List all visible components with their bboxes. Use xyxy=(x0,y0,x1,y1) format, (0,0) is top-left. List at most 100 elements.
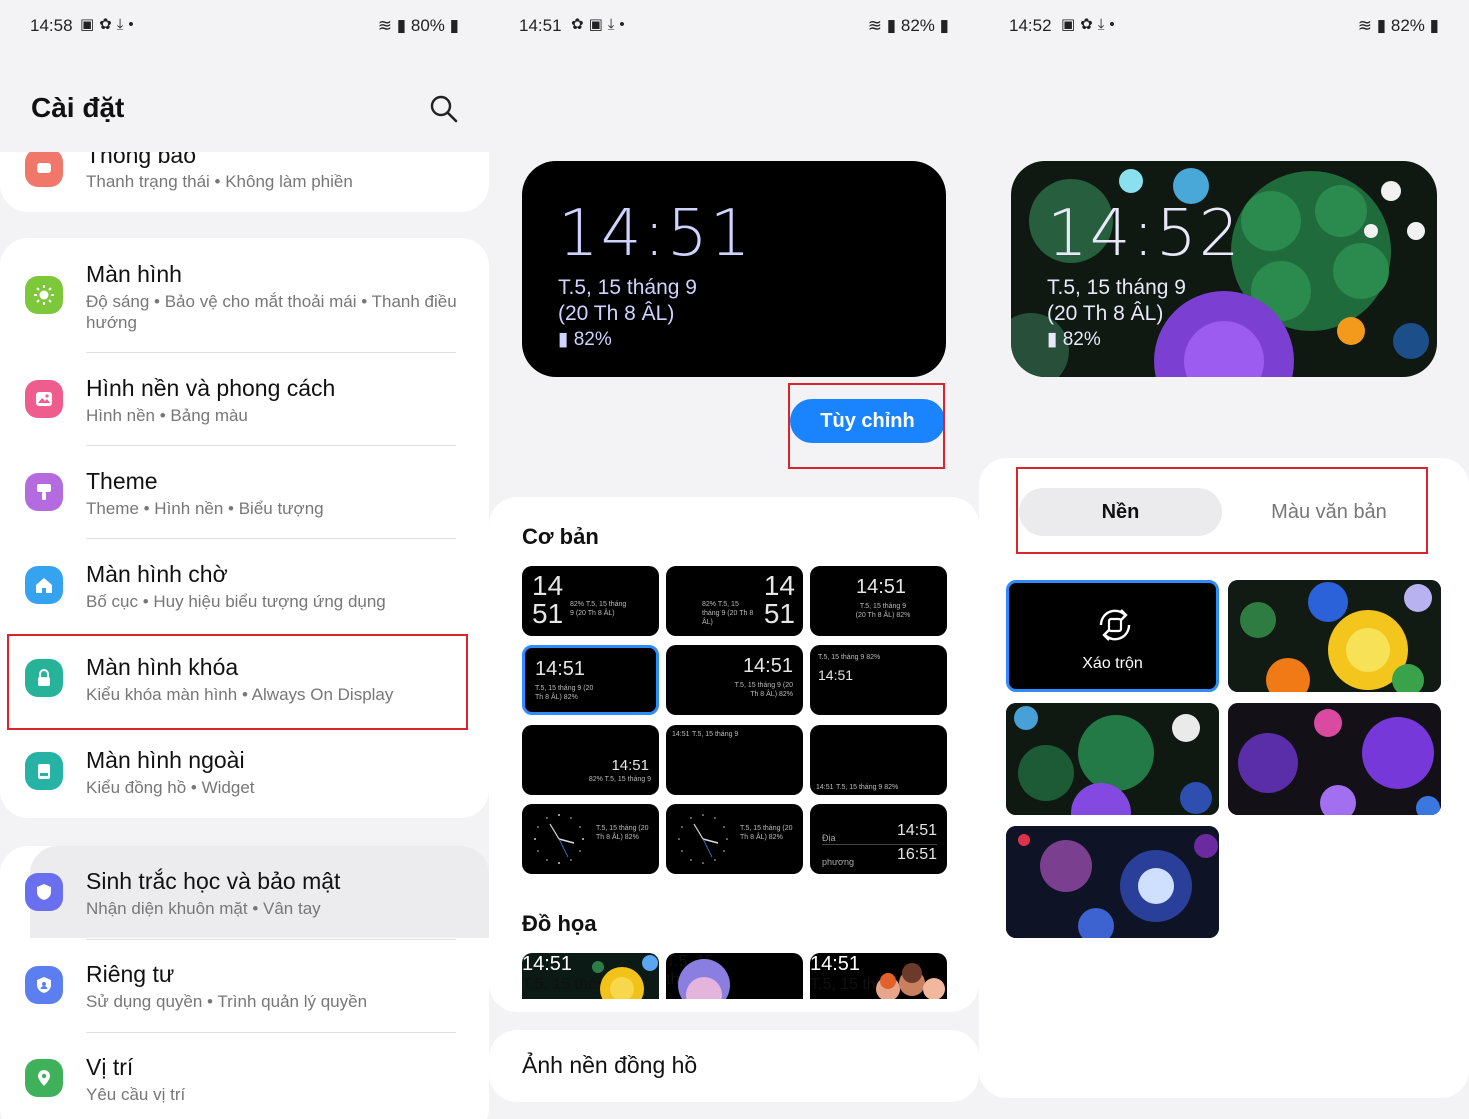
clock-style-thumb[interactable]: T.5, 15 tháng 9 82% 14:51 xyxy=(810,645,947,715)
wallpaper-option[interactable] xyxy=(1006,703,1219,815)
shuffle-option[interactable]: Xáo trộn xyxy=(1006,580,1219,692)
settings-item-biometrics[interactable]: Sinh trắc học và bảo mật Nhận diện khuôn… xyxy=(0,857,489,937)
preview-lunar: (20 Th 8 ÂL) xyxy=(558,302,675,325)
flower-wallpaper-2 xyxy=(1006,703,1219,815)
thumb-info: 82% T.5, 15 tháng 9 (20 Th 8 ÂL) xyxy=(702,601,754,626)
signal-icon: ▮ xyxy=(1376,16,1387,35)
graphic-clock-thumb[interactable]: 14:51 T.5, 15 tháng 9 xyxy=(810,953,947,999)
shield-icon xyxy=(25,873,63,911)
clock-style-thumb-dual[interactable]: Địa phương Seoul 14:51 16:51 xyxy=(810,804,947,874)
wallpaper-preview: 14:52 T.5, 15 tháng 9 (20 Th 8 ÂL) ▮ 82% xyxy=(1011,161,1437,377)
clock-style-thumb[interactable]: 14:51 T.5, 15 tháng 9 xyxy=(666,725,803,795)
graphic-clock-thumb[interactable]: 14:51 T.5, 15 tháng 9 xyxy=(522,953,659,999)
battery-icon: ▮ xyxy=(558,329,574,350)
settings-item-theme[interactable]: Theme Theme • Hình nền • Biểu tượng xyxy=(0,457,489,537)
avatar-graphic xyxy=(876,963,945,999)
flower-wallpaper-1 xyxy=(1228,580,1441,692)
settings-item-subtitle: Bố cục • Huy hiệu biểu tượng ứng dụng xyxy=(86,592,386,611)
basic-section-title: Cơ bản xyxy=(522,524,599,549)
thumb-info: T.5, 15 tháng 9 (20 Th 8 ÂL) 82% xyxy=(734,682,793,698)
sun-icon xyxy=(25,276,63,314)
clock-style-thumb-analog[interactable]: T.5, 15 tháng (20 Th 8 ÂL) 82% xyxy=(522,804,659,874)
thumb-time-seoul: 16:51 xyxy=(896,846,937,863)
settings-item-subtitle: Kiểu đồng hồ • Widget xyxy=(86,778,255,797)
settings-item-subtitle: Hình nền • Bảng màu xyxy=(86,406,248,425)
preview-time: 14:51 xyxy=(558,197,753,271)
settings-panel: 14:58 ▣✿⤓• ≋ ▮ 80% ▮ Cài đặt Thông báo T… xyxy=(0,0,489,1119)
thumb-info: T.5, 15 tháng (20 Th 8 ÂL) 82% xyxy=(740,825,793,841)
settings-item-subtitle: Nhận diện khuôn mặt • Vân tay xyxy=(86,899,321,918)
clock-style-thumb[interactable]: 14:51 82% T.5, 15 tháng 9 xyxy=(522,725,659,795)
status-time: 14:58 xyxy=(30,16,73,35)
thumb-time: 14:51 xyxy=(672,731,690,738)
clock-style-thumb[interactable]: 14 51 82% T.5, 15 tháng 9 (20 Th 8 ÂL) xyxy=(666,566,803,636)
settings-item-subtitle: Độ sáng • Bảo vệ cho mắt thoải mái • Tha… xyxy=(86,292,457,332)
wallpaper-option[interactable] xyxy=(1228,703,1441,815)
settings-item-display[interactable]: Màn hình Độ sáng • Bảo vệ cho mắt thoải … xyxy=(0,250,489,350)
picture-icon xyxy=(25,380,63,418)
highlight-box-tabs xyxy=(1016,467,1428,554)
clock-style-thumb[interactable]: 14:51 T.5, 15 tháng 9 (20 Th 8 ÂL) 82% xyxy=(810,566,947,636)
preview-date: T.5, 15 tháng 9 xyxy=(558,276,697,299)
settings-item-subtitle: Theme • Hình nền • Biểu tượng xyxy=(86,499,324,518)
wallpaper-option[interactable] xyxy=(1228,580,1441,692)
settings-item-subtitle: Yêu cầu vị trí xyxy=(86,1085,186,1104)
notification-icons: ✿▣⤓• xyxy=(571,16,630,33)
thumb-minute: 51 xyxy=(532,598,564,629)
clock-style-thumb-selected[interactable]: 14:51 T.5, 15 tháng 9 (20 Th 8 ÂL) 82% xyxy=(522,645,659,715)
clock-wallpaper-panel: 14:52 ▣✿⤓• ≋ ▮ 82% ▮ 14:52 T.5, 15 tháng… xyxy=(979,0,1469,1119)
status-bar: 14:58 ▣✿⤓• ≋ ▮ 80% ▮ xyxy=(0,14,489,40)
brush-icon xyxy=(25,473,63,511)
thumb-info: T.5, 15 tháng 9 82% xyxy=(836,784,899,791)
settings-item-subtitle: Thanh trạng thái • Không làm phiền xyxy=(86,172,353,191)
location-pin-icon xyxy=(25,1059,63,1097)
status-right: ≋ ▮ 82% ▮ xyxy=(1358,16,1439,36)
clock-style-thumb-analog[interactable]: T.5, 15 tháng (20 Th 8 ÂL) 82% xyxy=(666,804,803,874)
preview-battery: ▮ 82% xyxy=(558,328,612,351)
notification-icons: ▣✿⤓• xyxy=(1061,16,1120,33)
thumb-time-local: 14:51 xyxy=(896,822,937,839)
thumb-info: Địa phương Seoul xyxy=(822,833,854,867)
divider xyxy=(86,538,456,539)
scroll-fade-gradient xyxy=(0,140,489,152)
highlight-box-lock-screen xyxy=(7,634,468,730)
thumb-time: 14:51 xyxy=(611,757,649,774)
shuffle-icon xyxy=(1099,609,1131,641)
flower-wallpaper-3 xyxy=(1228,703,1441,815)
thumb-info: 82% T.5, 15 tháng 9 xyxy=(588,776,651,783)
clock-style-thumb[interactable]: 14:51 T.5, 15 tháng 9 (20 Th 8 ÂL) 82% xyxy=(666,645,803,715)
preview-battery: ▮ 82% xyxy=(1047,328,1101,351)
status-bar: 14:51 ✿▣⤓• ≋ ▮ 82% ▮ xyxy=(489,14,979,40)
signal-icon: ▮ xyxy=(396,16,407,35)
thumb-time: 14:51 xyxy=(742,655,793,677)
thumb-info: T.5, 15 tháng 9 (20 Th 8 ÂL) 82% xyxy=(535,685,594,701)
settings-item-location[interactable]: Vị trí Yêu cầu vị trí xyxy=(0,1043,489,1119)
cover-screen-icon xyxy=(25,752,63,790)
settings-item-title: Vị trí xyxy=(86,1054,134,1080)
status-right: ≋ ▮ 80% ▮ xyxy=(378,16,459,36)
graphic-section-title: Đồ họa xyxy=(522,911,597,936)
graphic-clock-thumb[interactable]: T.5, 15 tháng 9 xyxy=(666,953,803,999)
settings-item-cover-screen[interactable]: Màn hình ngoài Kiểu đồng hồ • Widget xyxy=(0,736,489,816)
thumb-info: T.5, 15 tháng 9 82% xyxy=(818,654,881,661)
wifi-icon: ≋ xyxy=(377,16,393,35)
wallpaper-option[interactable] xyxy=(1006,826,1219,938)
thumb-minute: 51 xyxy=(763,598,795,629)
flower-wallpaper-4 xyxy=(1006,826,1219,938)
divider xyxy=(86,1032,456,1033)
preview-lunar: (20 Th 8 ÂL) xyxy=(1047,302,1164,325)
battery-icon: ▮ xyxy=(449,16,459,35)
thumb-info: T.5, 15 tháng 9 xyxy=(692,731,739,738)
analog-clock-icon xyxy=(678,814,728,864)
clock-wallpaper-row[interactable]: Ảnh nền đồng hồ xyxy=(489,1030,979,1102)
clock-style-thumb[interactable]: 14:51 T.5, 15 tháng 9 82% xyxy=(810,725,947,795)
settings-item-wallpaper-style[interactable]: Hình nền và phong cách Hình nền • Bảng m… xyxy=(0,364,489,444)
settings-item-privacy[interactable]: Riêng tư Sử dụng quyền • Trình quản lý q… xyxy=(0,950,489,1030)
clock-wallpaper-label: Ảnh nền đồng hồ xyxy=(522,1052,698,1078)
notifications-icon xyxy=(25,149,63,187)
clock-style-thumb[interactable]: 14 51 82% T.5, 15 tháng 9 (20 Th 8 ÂL) xyxy=(522,566,659,636)
settings-item-title: Màn hình xyxy=(86,261,182,287)
settings-item-home-screen[interactable]: Màn hình chờ Bố cục • Huy hiệu biểu tượn… xyxy=(0,550,489,630)
search-icon[interactable] xyxy=(429,94,459,124)
battery-level: 80% xyxy=(410,16,445,35)
